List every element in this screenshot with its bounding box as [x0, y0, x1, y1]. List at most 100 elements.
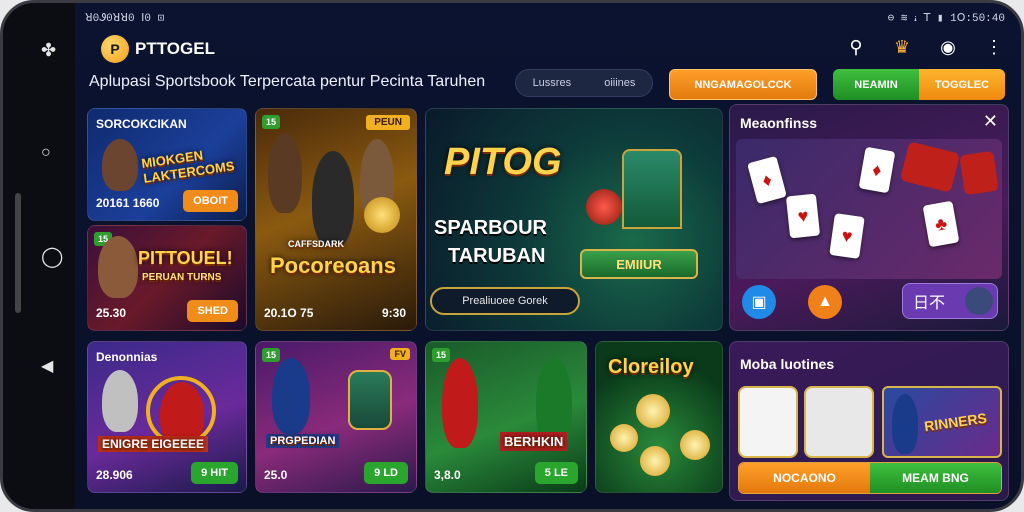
card-value: 25.30	[96, 306, 127, 320]
player-figure	[102, 370, 138, 432]
circle-icon[interactable]: ○	[41, 145, 51, 161]
trophy-icon[interactable]: ♛	[891, 37, 913, 58]
playing-card: ♥	[785, 193, 821, 239]
segmented-control[interactable]: NEAMIN TOGGLEC	[833, 69, 1005, 100]
card-tag: PEUN	[366, 115, 410, 130]
player-figure	[892, 394, 918, 454]
search-icon[interactable]: ⚲	[845, 37, 867, 58]
game-card-2[interactable]: 15 PITTOUEL! PERUAN TURNS 25.30 SHED	[87, 225, 247, 331]
coin-icon	[640, 446, 670, 476]
card-button[interactable]: OBOIT	[183, 190, 238, 212]
card-button[interactable]: 9 LD	[364, 462, 408, 484]
game-card-8[interactable]: Cloreiloy	[595, 341, 723, 493]
player-figure	[442, 358, 478, 448]
cards-collage: ♦ ♥ ♥ ♦ ♣	[736, 139, 1002, 279]
game-card-5[interactable]: Denonnias ENIGRE EIGEEEE 28.906 9 HIT	[87, 341, 247, 493]
more-icon[interactable]: ⋮	[983, 37, 1005, 58]
phone-frame: ✤ ○ ◯ ◀ ꓤ0Ꮽ0ꓤꓤ0 ꓲ0 ⊡ ⊖ ≋ ꭵ ꓔ ▮ 1ꓳ:50:40 …	[0, 0, 1024, 512]
brand-name: PTTOGEL	[135, 39, 215, 58]
clover-icon[interactable]: ✤	[41, 41, 56, 59]
card-badge: 15	[262, 348, 281, 362]
player-figure	[268, 133, 302, 213]
pill-left[interactable]: Lussres	[533, 77, 572, 89]
hero-banner[interactable]: PITOG SPARBOUR TARUBAN EMIIUR Prealiuoee…	[425, 108, 723, 331]
card-ribbon: CAFFSDARK	[288, 239, 344, 249]
filter-pill[interactable]: Lussres oiiines	[515, 69, 653, 97]
pill-right[interactable]: oiiines	[604, 77, 635, 89]
chat-icon[interactable]: ◉	[937, 37, 959, 58]
panel-segment-label: 日不	[913, 295, 946, 312]
orange-chip-icon[interactable]: ▲	[808, 285, 842, 319]
banner-text: RINNERS	[923, 409, 988, 435]
back-button[interactable]: ◀	[41, 359, 53, 375]
top-icons: ⚲ ♛ ◉ ⋮	[845, 37, 1005, 58]
hero-line-1: SPARBOUR	[434, 217, 547, 239]
game-card-6[interactable]: 15 FV PRGPEDIAN 25.0 9 LD	[255, 341, 417, 493]
card-badge: 15	[262, 115, 281, 129]
segment-b[interactable]: TOGGLEC	[919, 69, 1005, 100]
promo-panel-bottom: Moba luotines RINNERS NOCAONO MEAM BNG	[729, 341, 1009, 501]
blue-chip-icon[interactable]: ▣	[742, 285, 776, 319]
orange-button[interactable]: NNGAMAGOLCCK	[669, 69, 817, 100]
playing-card: ♥	[829, 213, 865, 259]
game-card-3[interactable]: 15 PEUN CAFFSDARK Pocoreoans 20.1O 75 9:…	[255, 108, 417, 331]
card-headline: ENIGRE EIGEEEE	[98, 436, 209, 452]
player-figure	[98, 236, 138, 298]
status-left: ꓤ0Ꮽ0ꓤꓤ0 ꓲ0 ⊡	[85, 13, 165, 25]
slot-tile	[899, 141, 961, 193]
tile-card[interactable]	[804, 386, 874, 458]
card-headline: Cloreiloy	[608, 356, 694, 378]
panel-button-b[interactable]: MEAM BNG	[870, 463, 1001, 493]
card-value: 20.1O 75	[264, 306, 314, 320]
toggle-knob	[965, 287, 993, 315]
card-headline: Pocoreoans	[270, 253, 396, 278]
card-value: 20161 1660	[96, 196, 160, 210]
coin-icon	[680, 430, 710, 460]
status-bar: ꓤ0Ꮽ0ꓤꓤ0 ꓲ0 ⊡ ⊖ ≋ ꭵ ꓔ ▮ 1ꓳ:50:40	[75, 11, 1021, 29]
panel-title: Meaonfinss	[740, 115, 818, 131]
coin-icon	[364, 197, 400, 233]
card-headline: MIOKGEN LAKTERCOMS	[140, 147, 236, 186]
player-figure	[272, 358, 310, 434]
card-value: 28.906	[96, 468, 133, 482]
segment-a[interactable]: NEAMIN	[833, 69, 919, 100]
player-figure	[312, 151, 354, 247]
hero-logo: PITOG	[444, 141, 562, 183]
hero-button[interactable]: Prealiuoee Gorek	[430, 287, 580, 315]
home-button[interactable]: ◯	[41, 247, 63, 267]
top-bar: P PTTOGEL ⚲ ♛ ◉ ⋮	[75, 33, 1021, 69]
card-headline: BERHKIN	[500, 432, 568, 451]
card-button[interactable]: 5 LE	[534, 462, 578, 484]
card-button[interactable]: 9 HIT	[191, 462, 238, 484]
side-bar	[15, 193, 21, 313]
card-button[interactable]: SHED	[187, 300, 238, 322]
card-value: 25.0	[264, 468, 288, 482]
card-value: 3,8.0	[434, 468, 461, 482]
lantern-icon	[622, 149, 682, 229]
panel-title: Moba luotines	[740, 356, 835, 372]
panel-action-row: NOCAONO MEAM BNG	[738, 462, 1002, 494]
card-tag: FV	[390, 348, 410, 360]
app-screen: ꓤ0Ꮽ0ꓤꓤ0 ꓲ0 ⊡ ⊖ ≋ ꭵ ꓔ ▮ 1ꓳ:50:40 P PTTOGE…	[75, 3, 1021, 509]
brand-logo[interactable]: P PTTOGEL	[101, 33, 215, 65]
coin-icon	[636, 394, 670, 428]
tagline: Aplupasi Sportsbook Terpercata pentur Pe…	[89, 73, 486, 90]
slot-tile	[959, 150, 999, 196]
playing-card: ♣	[922, 200, 960, 248]
panel-button-a[interactable]: NOCAONO	[739, 463, 870, 493]
close-icon[interactable]: ✕	[983, 111, 998, 132]
banner-tile[interactable]: RINNERS	[882, 386, 1002, 458]
player-figure	[102, 139, 138, 191]
tile-card[interactable]	[738, 386, 798, 458]
brand-mark: P	[101, 35, 129, 63]
hero-sign: EMIIUR	[580, 249, 698, 279]
card-badge: 15	[432, 348, 451, 362]
game-card-1[interactable]: SORCOKCIKAN MIOKGEN LAKTERCOMS 20161 166…	[87, 108, 247, 221]
playing-card: ♦	[747, 155, 787, 205]
slot-icon	[586, 189, 622, 225]
hero-line-2: TARUBAN	[448, 245, 546, 267]
card-title: Denonnias	[96, 350, 158, 364]
card-value-2: 9:30	[381, 306, 406, 320]
panel-segment[interactable]: 日不	[902, 283, 998, 319]
game-card-7[interactable]: 15 BERHKIN 3,8.0 5 LE	[425, 341, 587, 493]
